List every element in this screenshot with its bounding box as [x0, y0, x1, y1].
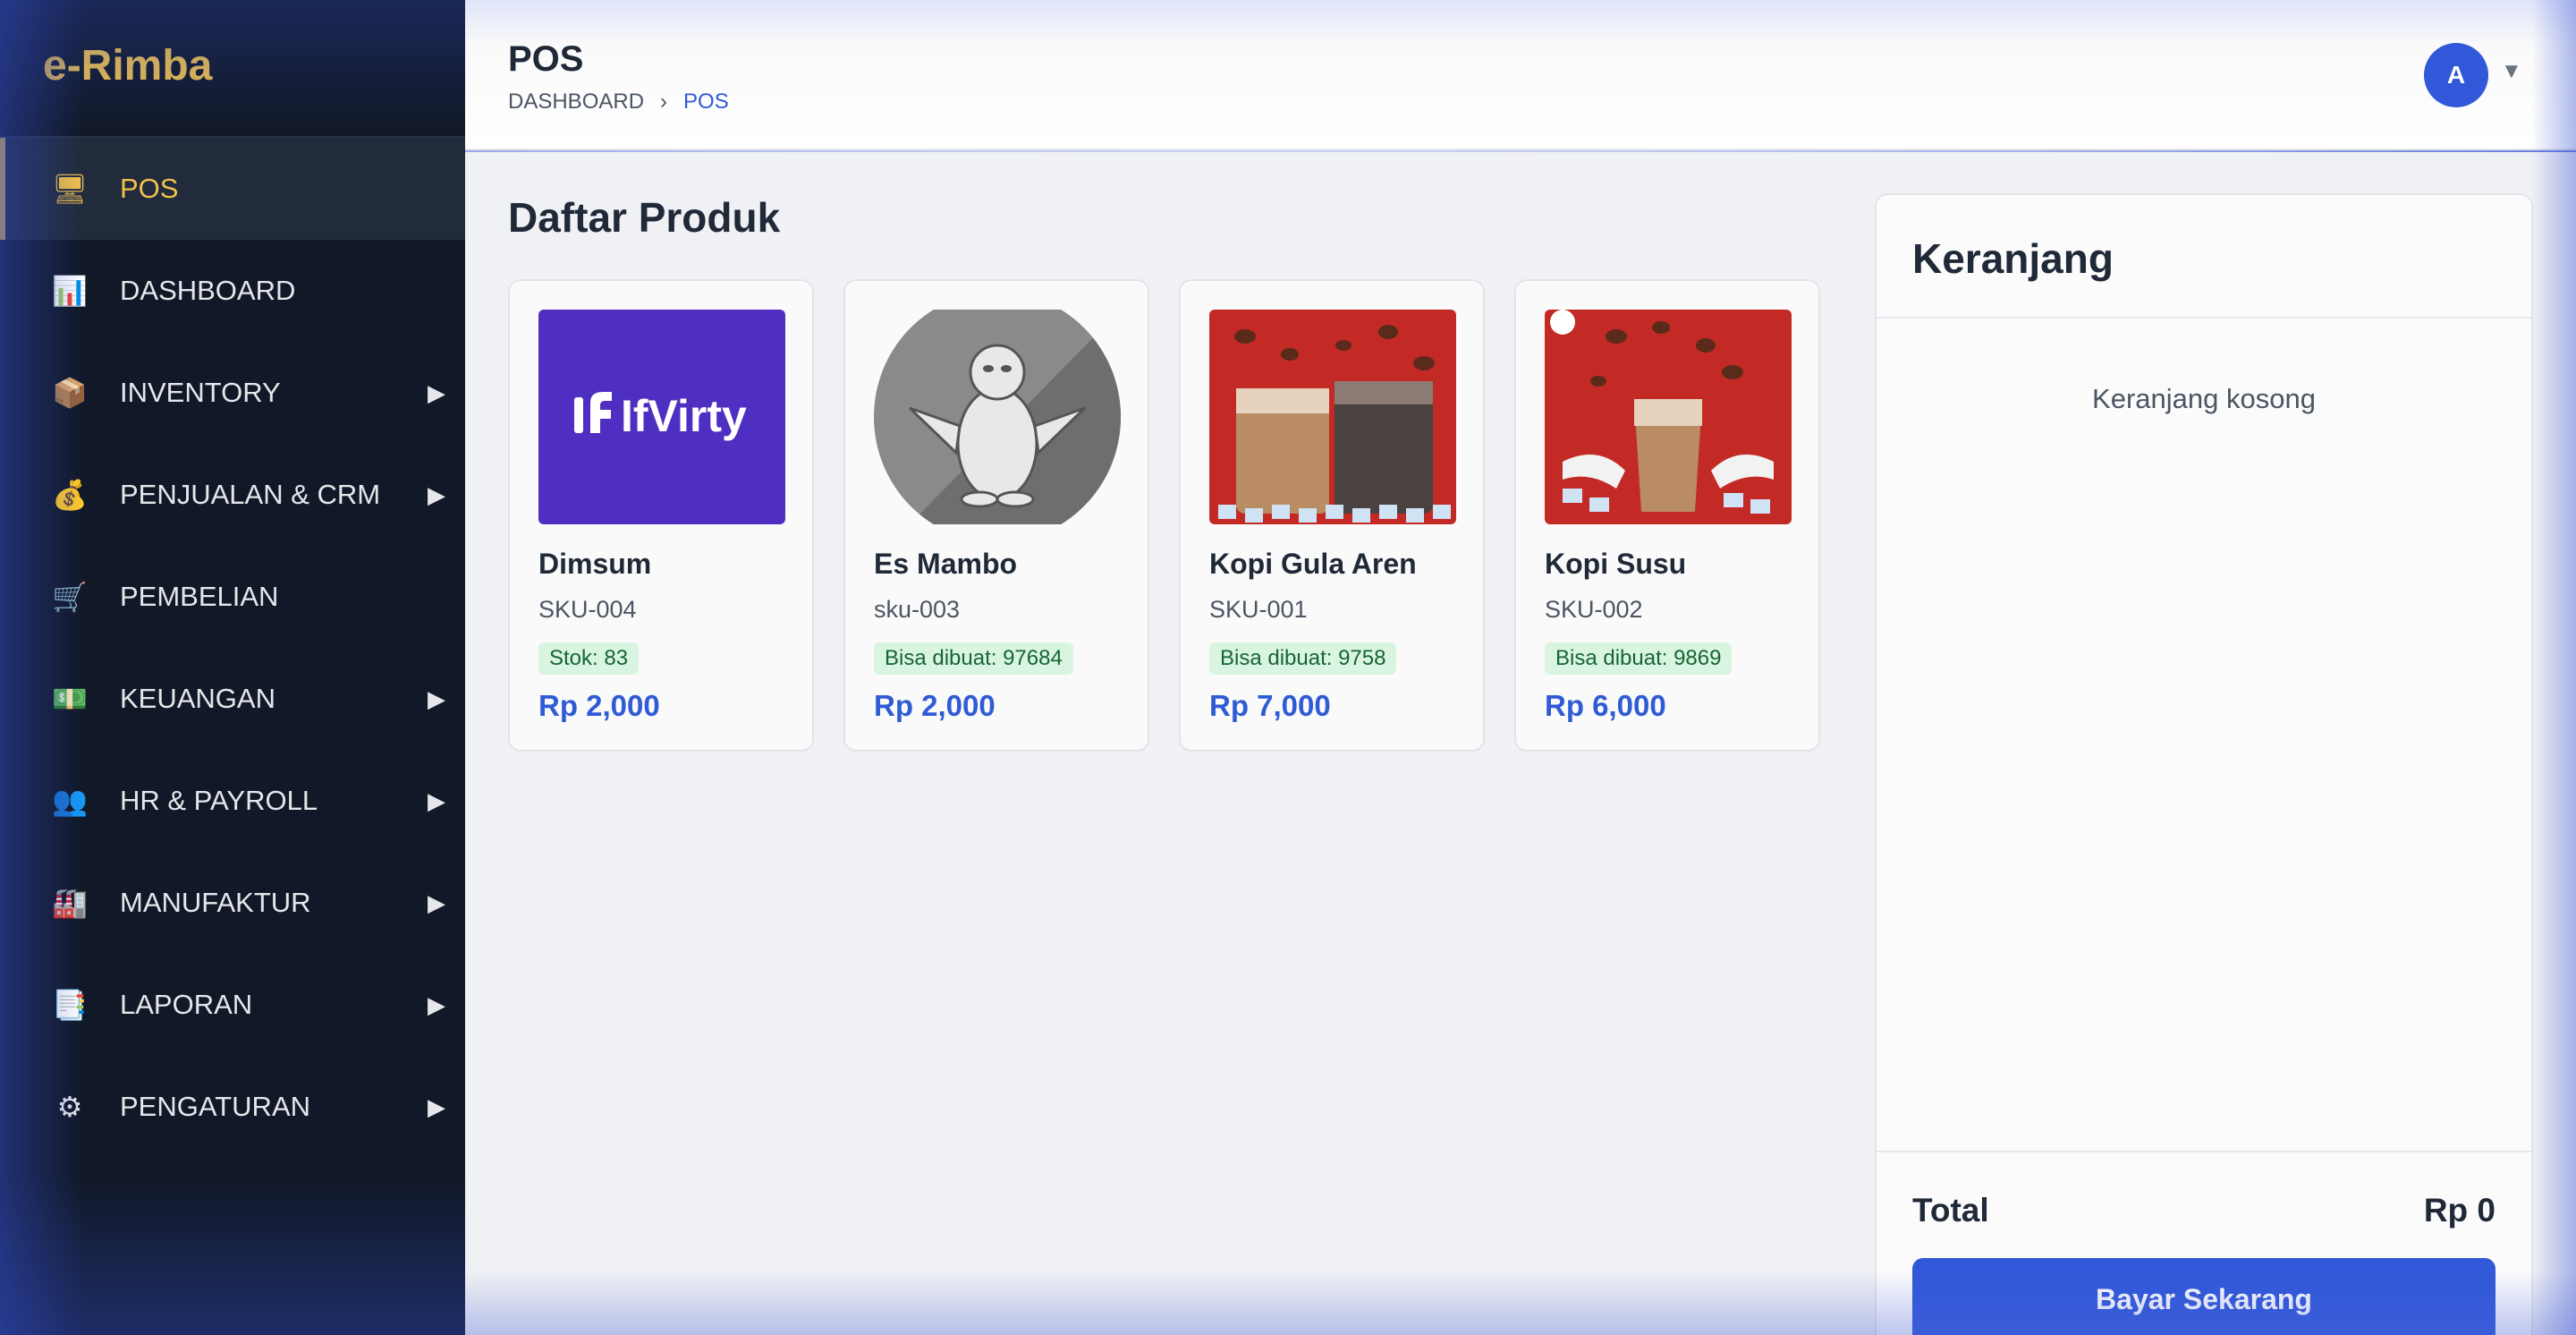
breadcrumb-separator: › [660, 89, 668, 114]
product-price: Rp 2,000 [874, 689, 996, 722]
cart-title: Keranjang [1912, 235, 2114, 282]
total-value: Rp 0 [2423, 1192, 2496, 1229]
app-window: e-Rimba 🖥 POS 📊 DASHBOARD 📦 INVENTORY ▶ 💰 PENJUA… [0, 0, 2576, 1335]
sidebar-item-laporan[interactable]: 📑 LAPORAN ▶ [0, 954, 465, 1056]
cart-footer-divider [1877, 1151, 2531, 1152]
sidebar-item-label: LAPORAN [120, 989, 253, 1020]
brand-logo[interactable]: e-Rimba [43, 41, 212, 90]
product-card[interactable]: Es Mambo sku-003 Bisa dibuat: 97684 Rp 2,00… [843, 279, 1149, 752]
product-card[interactable]: IfVirty Dimsum SKU-004 Stok: 83 Rp 2,000 [508, 279, 814, 752]
products-title: Daftar Produk [508, 194, 781, 241]
sidebar-item-label: DASHBOARD [120, 275, 296, 306]
chevron-right-icon: ▶ [428, 787, 445, 814]
cart-icon: 🛒 [52, 581, 88, 613]
total-label: Total [1912, 1192, 1989, 1229]
product-price: Rp 2,000 [538, 689, 660, 722]
chevron-right-icon: ▶ [428, 889, 445, 916]
chevron-down-icon[interactable]: ▼ [2501, 59, 2522, 84]
stock-badge: Bisa dibuat: 97684 [874, 642, 1073, 675]
breadcrumb-dashboard-link[interactable]: DASHBOARD [508, 89, 644, 115]
chevron-right-icon: ▶ [428, 378, 445, 406]
product-sku: sku-003 [874, 596, 961, 623]
product-sku: SKU-001 [1209, 596, 1308, 623]
product-name: Kopi Susu [1545, 548, 1687, 580]
stock-badge: Stok: 83 [538, 642, 640, 675]
sidebar-item-pembelian[interactable]: 🛒 PEMBELIAN [0, 546, 465, 648]
sidebar-item-label: KEUANGAN [120, 683, 275, 714]
cart-empty-message: Keranjang kosong [2092, 383, 2316, 414]
chevron-right-icon: ▶ [428, 480, 445, 508]
cart-panel: Keranjang Keranjang kosong Total Rp 0 Ba… [1875, 193, 2533, 1335]
factory-icon: 🏭 [52, 887, 88, 919]
sidebar-item-manufaktur[interactable]: 🏭 MANUFAKTUR ▶ [0, 852, 465, 954]
cart-divider [1877, 317, 2531, 319]
report-icon: 📑 [52, 989, 88, 1021]
product-card[interactable]: Kopi Gula Aren SKU-001 Bisa dibuat: 9758 Rp… [1179, 279, 1485, 752]
product-price: Rp 7,000 [1209, 689, 1331, 722]
chevron-right-icon: ▶ [428, 1093, 445, 1120]
product-name: Kopi Gula Aren [1209, 548, 1417, 580]
product-sku: SKU-002 [1545, 596, 1643, 623]
product-image [1209, 310, 1456, 524]
chevron-right-icon: ▶ [428, 685, 445, 712]
people-icon: 👥 [52, 785, 88, 817]
page-title: POS [508, 39, 584, 79]
sidebar-item-keuangan[interactable]: 💵 KEUANGAN ▶ [0, 648, 465, 750]
sidebar-item-pos[interactable]: 🖥 POS [0, 138, 465, 240]
money-bag-icon: 💰 [52, 479, 88, 511]
sidebar-item-label: PENJUALAN & CRM [120, 479, 381, 510]
breadcrumb: DASHBOARD › POS [508, 89, 729, 115]
sidebar-item-label: HR & PAYROLL [120, 785, 318, 816]
stock-badge: Bisa dibuat: 9758 [1209, 642, 1397, 675]
sidebar-item-hr-payroll[interactable]: 👥 HR & PAYROLL ▶ [0, 750, 465, 852]
product-name: Es Mambo [874, 548, 1018, 580]
sidebar-item-label: MANUFAKTUR [120, 887, 311, 918]
breadcrumb-current: POS [683, 89, 729, 114]
package-icon: 📦 [52, 377, 88, 409]
product-name: Dimsum [538, 548, 652, 580]
gear-icon: ⚙ [56, 1091, 83, 1123]
sidebar-item-label: POS [120, 173, 179, 204]
product-image: IfVirty [538, 310, 785, 524]
chevron-right-icon: ▶ [428, 991, 445, 1018]
monitor-icon: 🖥 [51, 173, 89, 205]
sidebar: e-Rimba 🖥 POS 📊 DASHBOARD 📦 INVENTORY ▶ 💰 PENJUA… [0, 0, 465, 1335]
sidebar-item-label: PENGATURAN [120, 1091, 311, 1122]
pay-now-button[interactable]: Bayar Sekarang [1912, 1258, 2496, 1335]
sidebar-item-penjualan-crm[interactable]: 💰 PENJUALAN & CRM ▶ [0, 444, 465, 546]
svg-text:IfVirty: IfVirty [621, 391, 747, 441]
product-image [874, 310, 1121, 524]
user-avatar[interactable]: A [2424, 43, 2488, 107]
sidebar-item-label: PEMBELIAN [120, 581, 279, 612]
sidebar-item-pengaturan[interactable]: ⚙ PENGATURAN ▶ [0, 1056, 465, 1158]
top-header: POS DASHBOARD › POS A ▼ [465, 0, 2576, 150]
product-card[interactable]: Kopi Susu SKU-002 Bisa dibuat: 9869 Rp 6,00… [1514, 279, 1820, 752]
product-sku: SKU-004 [538, 596, 637, 623]
sidebar-item-dashboard[interactable]: 📊 DASHBOARD [0, 240, 465, 342]
product-price: Rp 6,000 [1545, 689, 1666, 722]
sidebar-item-inventory[interactable]: 📦 INVENTORY ▶ [0, 342, 465, 444]
sidebar-nav: 🖥 POS 📊 DASHBOARD 📦 INVENTORY ▶ 💰 PENJUALAN & CR… [0, 138, 465, 1158]
product-image [1545, 310, 1792, 524]
stock-badge: Bisa dibuat: 9869 [1545, 642, 1733, 675]
bar-chart-icon: 📊 [52, 275, 88, 307]
banknote-icon: 💵 [52, 683, 88, 715]
sidebar-item-label: INVENTORY [120, 377, 281, 408]
